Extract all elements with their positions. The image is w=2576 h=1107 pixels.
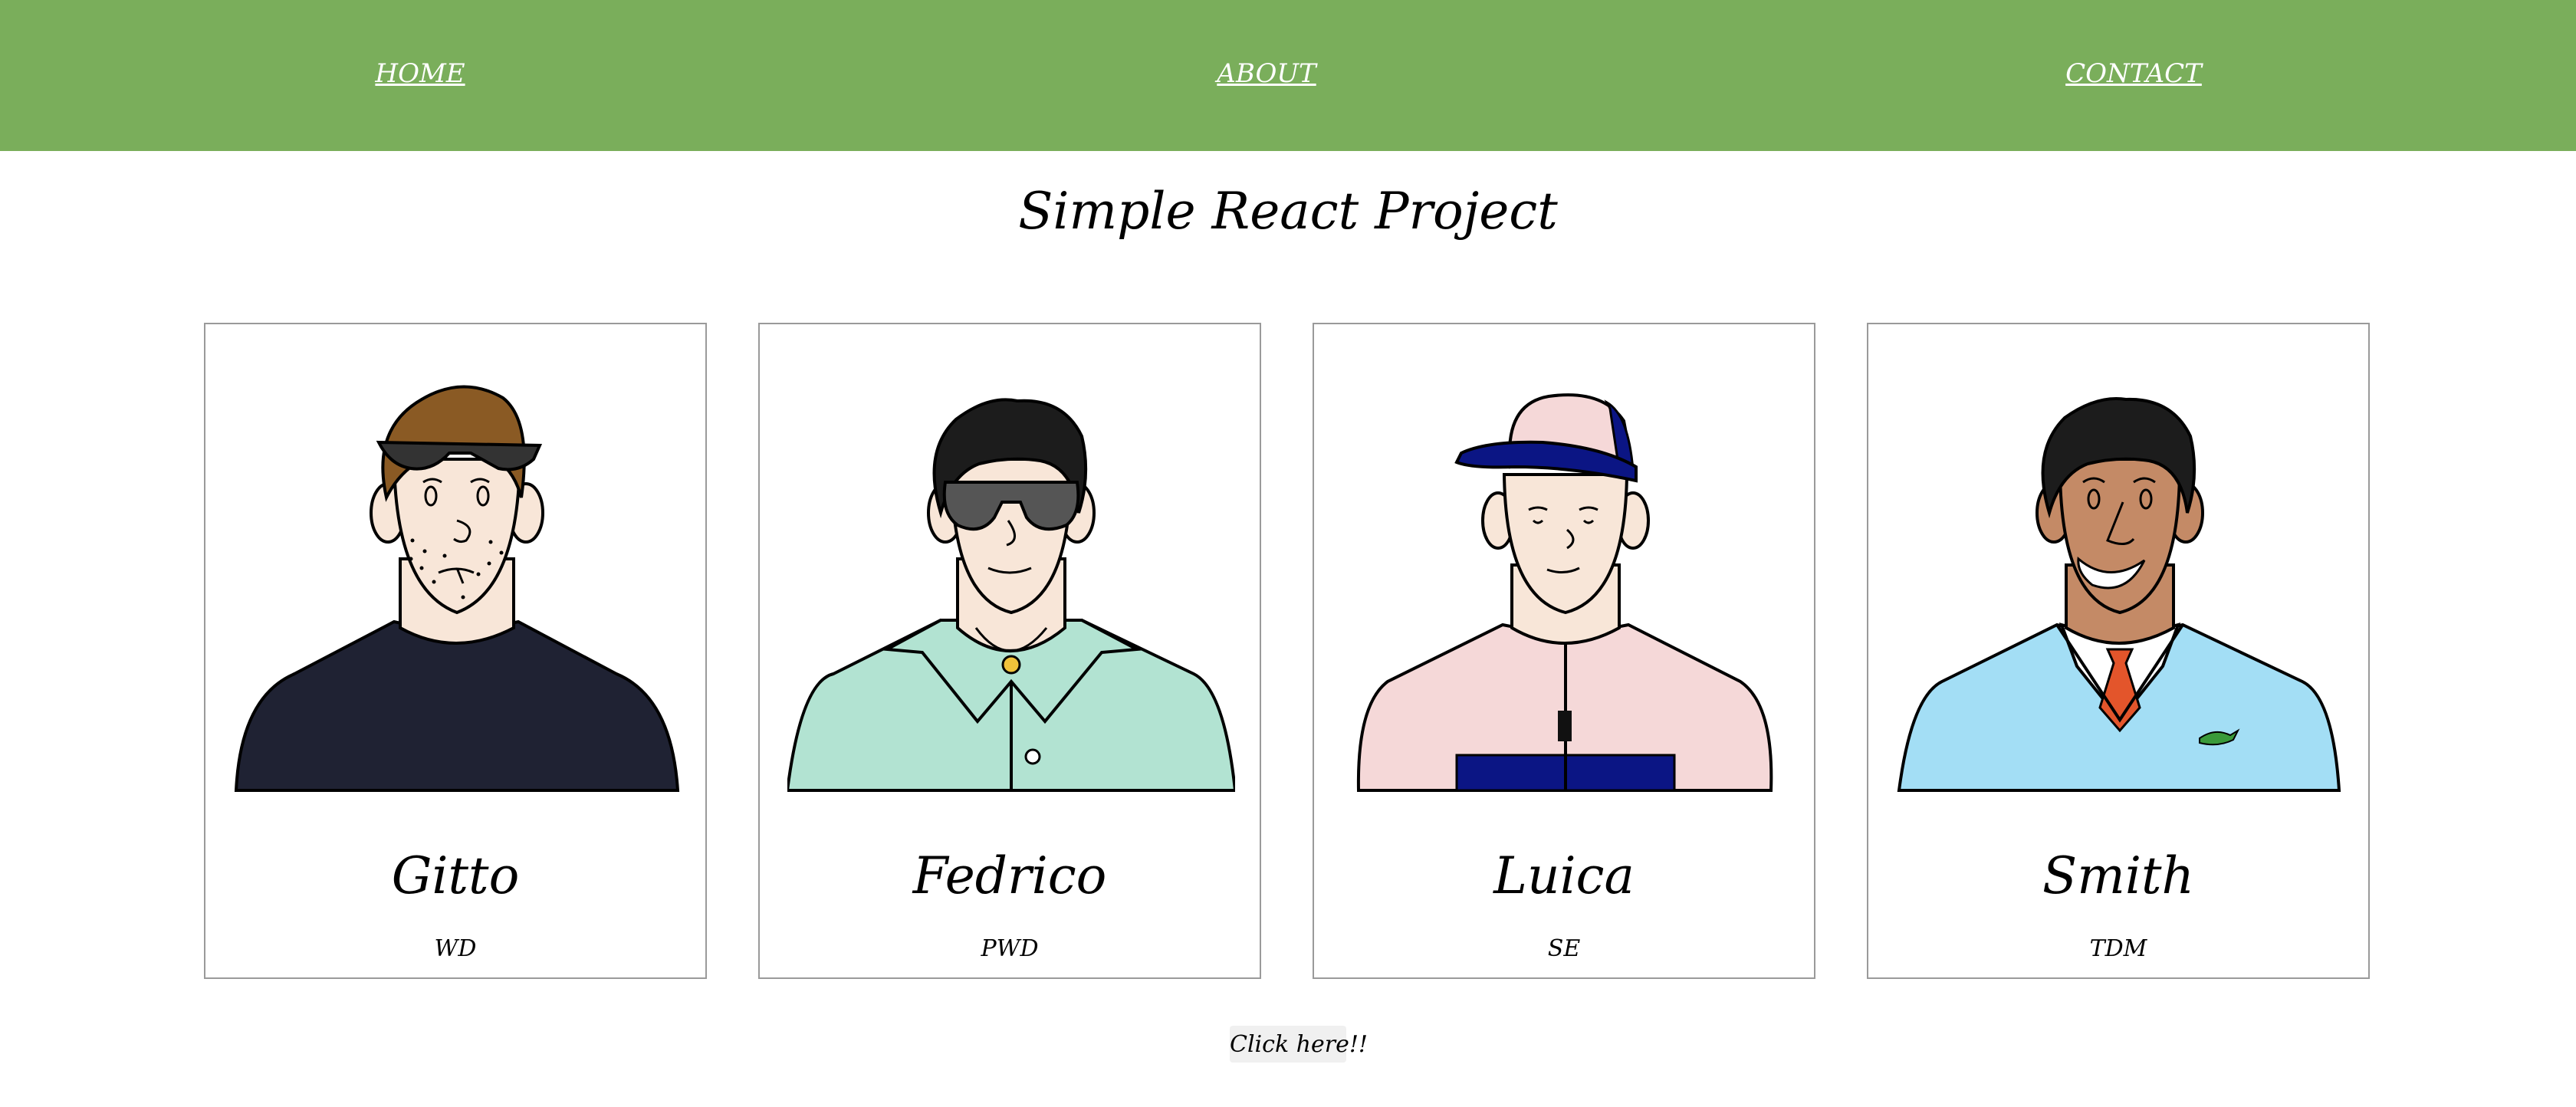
avatar-man-sweater-tie-icon xyxy=(1897,397,2341,792)
page-title: Simple React Project xyxy=(1018,182,1558,241)
card-role: PWD xyxy=(981,935,1039,962)
top-navbar: HOME ABOUT CONTACT xyxy=(0,0,2576,151)
card-name: Smith xyxy=(2042,846,2194,905)
profile-card-smith: Smith TDM xyxy=(1867,323,2370,979)
click-here-button[interactable]: Click here!! xyxy=(1230,1026,1368,1063)
profile-card-fedrico: Fedrico PWD xyxy=(758,323,1261,979)
profile-card-gitto: Gitto WD xyxy=(204,323,707,979)
card-role: TDM xyxy=(2089,935,2147,962)
card-name: Luica xyxy=(1493,846,1635,905)
avatar-man-sunglasses-icon xyxy=(234,385,680,792)
card-role: WD xyxy=(434,935,477,962)
profile-card-luica: Luica SE xyxy=(1313,323,1815,979)
avatar-man-shades-necklace-icon xyxy=(787,398,1235,792)
nav-home-link[interactable]: HOME xyxy=(375,54,465,94)
nav-about-link[interactable]: ABOUT xyxy=(1217,54,1316,94)
card-role: SE xyxy=(1547,935,1581,962)
nav-contact-link[interactable]: CONTACT xyxy=(2065,54,2202,94)
card-name: Gitto xyxy=(391,846,520,905)
card-name: Fedrico xyxy=(912,846,1107,905)
avatar-man-cap-jacket-icon xyxy=(1356,393,1773,792)
